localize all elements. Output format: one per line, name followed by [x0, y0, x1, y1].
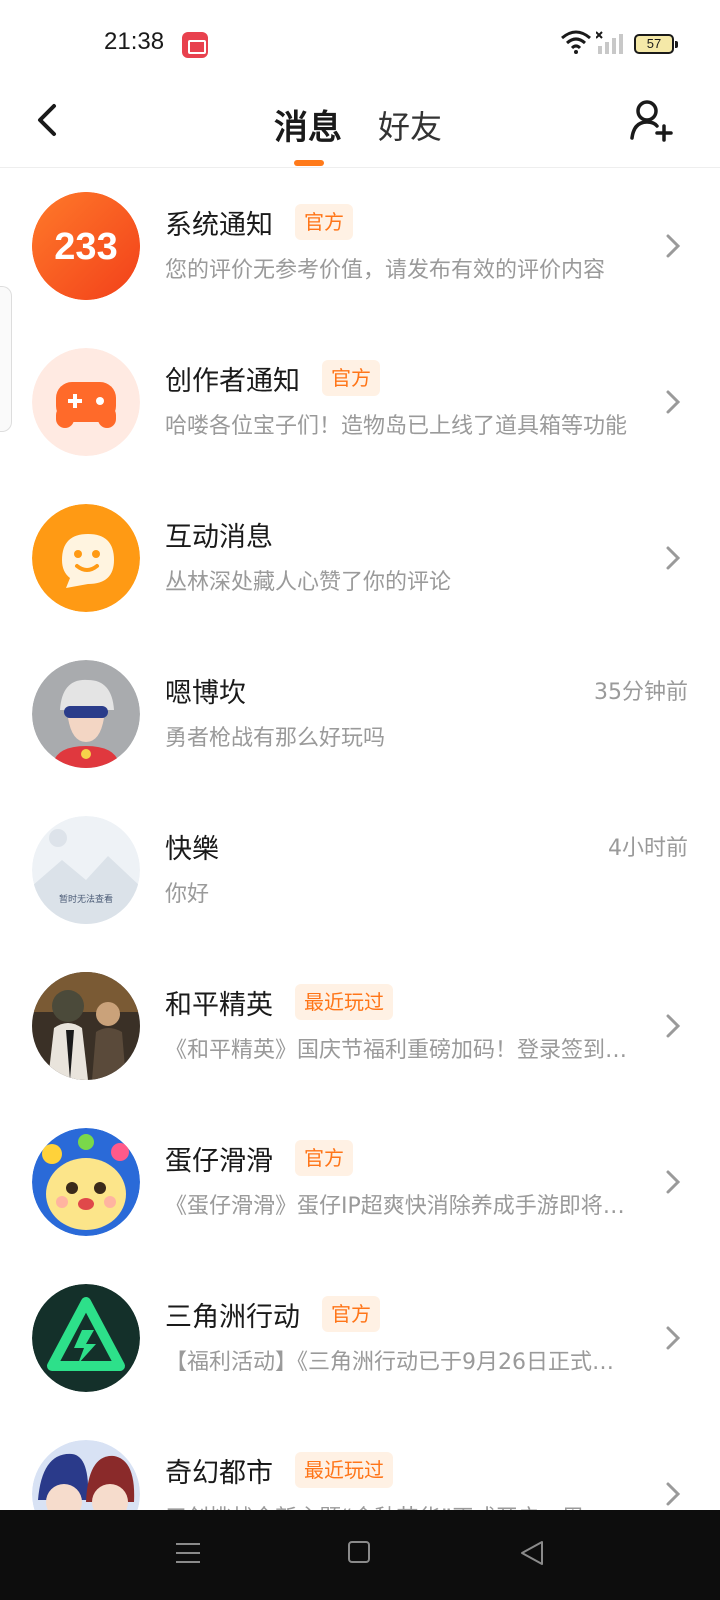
- message-time: 35分钟前: [594, 680, 688, 705]
- game-avatar-icon: [32, 1128, 140, 1236]
- gamepad-icon: [32, 348, 140, 456]
- game-avatar-icon: [32, 1440, 140, 1510]
- tab-messages[interactable]: 消息: [274, 100, 342, 149]
- back-triangle-icon[interactable]: [520, 1540, 544, 1566]
- home-icon[interactable]: [348, 1541, 370, 1563]
- message-sender: 互动消息: [165, 521, 273, 553]
- message-row-chat[interactable]: 嗯博坎 35分钟前 勇者枪战有那么好玩吗: [0, 636, 720, 792]
- screen-record-icon: [182, 32, 208, 58]
- message-sender: 创作者通知: [165, 365, 300, 397]
- recently-played-badge: 最近玩过: [295, 1452, 393, 1488]
- message-preview: 您的评价无参考价值，请发布有效的评价内容: [165, 258, 606, 283]
- image-placeholder-icon: 暂时无法查看: [32, 816, 140, 924]
- user-avatar-icon: [32, 660, 140, 768]
- message-sender: 奇幻都市: [165, 1457, 273, 1489]
- message-sender: 快樂: [165, 833, 219, 865]
- recent-apps-icon[interactable]: [176, 1542, 200, 1564]
- message-row-game[interactable]: 和平精英 最近玩过 《和平精英》国庆节福利重磅加码！登录签到领好礼: [0, 948, 720, 1104]
- message-preview: 《和平精英》国庆节福利重磅加码！登录签到领好礼: [165, 1038, 635, 1063]
- 233-logo-icon: 233: [32, 192, 140, 300]
- official-badge: 官方: [295, 204, 353, 240]
- game-avatar-icon: [32, 1284, 140, 1392]
- system-navigation-bar: [0, 1510, 720, 1600]
- message-preview: 【福利活动】《三角洲行动已于9月26日正式上线: [165, 1350, 635, 1375]
- battery-icon: 57: [634, 34, 678, 54]
- message-preview: 丛林深处藏人心赞了你的评论: [165, 570, 452, 595]
- message-list: 233 系统通知 官方 您的评价无参考价值，请发布有效的评价内容 创作者通知 官…: [0, 168, 720, 1510]
- message-time: 4小时前: [608, 836, 688, 861]
- avatar-placeholder-text: 暂时无法查看: [59, 893, 113, 905]
- signal-icon: [596, 31, 623, 54]
- message-sender: 和平精英: [165, 989, 273, 1021]
- status-time: 21:38: [104, 28, 165, 55]
- svg-text:233: 233: [54, 226, 117, 268]
- message-row-chat[interactable]: 暂时无法查看 快樂 4小时前 你好: [0, 792, 720, 948]
- back-button[interactable]: [28, 98, 68, 142]
- message-row-game[interactable]: 蛋仔滑滑 官方 《蛋仔滑滑》蛋仔IP超爽快消除养成手游即将上线: [0, 1104, 720, 1260]
- game-avatar-icon: [32, 972, 140, 1080]
- header: 消息 好友: [0, 88, 720, 168]
- chevron-right-icon: [666, 1326, 681, 1350]
- official-badge: 官方: [322, 1296, 380, 1332]
- message-preview: 三创挑战全新主题“金秋节华”正式开启，周: [165, 1500, 635, 1510]
- message-sender: 三角洲行动: [165, 1301, 300, 1333]
- chevron-right-icon: [666, 1482, 681, 1506]
- add-user-icon[interactable]: [628, 96, 676, 144]
- message-row-game[interactable]: 三角洲行动 官方 【福利活动】《三角洲行动已于9月26日正式上线: [0, 1260, 720, 1416]
- recently-played-badge: 最近玩过: [295, 984, 393, 1020]
- message-preview: 你好: [165, 882, 210, 907]
- chat-bubble-icon: [32, 504, 140, 612]
- message-preview: 《蛋仔滑滑》蛋仔IP超爽快消除养成手游即将上线: [165, 1194, 635, 1219]
- message-sender: 嗯博坎: [165, 677, 246, 709]
- chevron-right-icon: [666, 1170, 681, 1194]
- status-bar: 21:38 57: [0, 0, 720, 88]
- wifi-icon: [561, 30, 591, 54]
- chevron-right-icon: [666, 1014, 681, 1038]
- chevron-right-icon: [666, 234, 681, 258]
- official-badge: 官方: [295, 1140, 353, 1176]
- tab-active-indicator: [294, 160, 324, 166]
- message-sender: 系统通知: [165, 209, 273, 241]
- message-row-game[interactable]: 奇幻都市 最近玩过 三创挑战全新主题“金秋节华”正式开启，周: [0, 1416, 720, 1510]
- message-row-creator-notice[interactable]: 创作者通知 官方 哈喽各位宝子们！造物岛已上线了道具箱等功能: [0, 324, 720, 480]
- message-row-system-notice[interactable]: 233 系统通知 官方 您的评价无参考价值，请发布有效的评价内容: [0, 168, 720, 324]
- official-badge: 官方: [322, 360, 380, 396]
- message-sender: 蛋仔滑滑: [165, 1145, 273, 1177]
- message-preview: 勇者枪战有那么好玩吗: [165, 726, 386, 751]
- chevron-right-icon: [666, 546, 681, 570]
- tab-friends[interactable]: 好友: [378, 102, 442, 148]
- message-preview: 哈喽各位宝子们！造物岛已上线了道具箱等功能: [165, 414, 628, 439]
- chevron-right-icon: [666, 390, 681, 414]
- message-row-interactions[interactable]: 互动消息 丛林深处藏人心赞了你的评论: [0, 480, 720, 636]
